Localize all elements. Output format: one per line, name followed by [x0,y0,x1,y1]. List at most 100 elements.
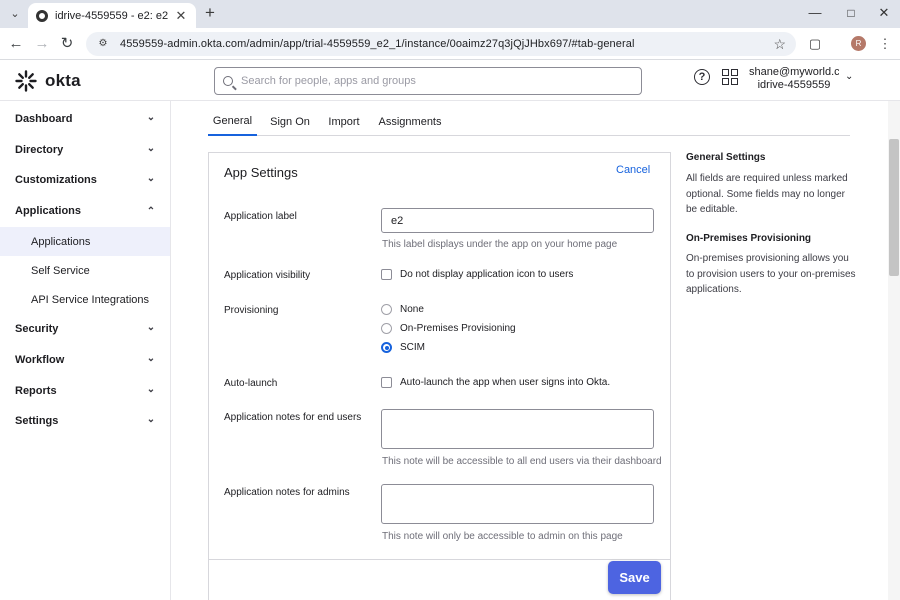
chevron-down-icon: ⌄ [146,143,156,154]
panel-divider [209,559,670,560]
tab-sign-on[interactable]: Sign On [270,107,310,136]
bookmark-star-icon[interactable]: ☆ [773,36,786,53]
sidebar-subitem-applications[interactable]: Applications [0,227,170,256]
sidebar-item-reports[interactable]: Reports ⌄ [0,376,170,406]
sidebar-item-label: Settings [15,415,59,427]
visibility-checkbox[interactable] [381,269,392,280]
sidebar-item-label: Directory [15,144,64,156]
global-search[interactable] [214,67,642,95]
user-email: shane@myworld.c... [749,66,839,78]
chevron-down-icon: ⌄ [146,173,156,184]
sidebar-item-label: Dashboard [15,113,73,125]
tab-close-icon[interactable]: ✕ [174,8,188,24]
radio-label: On-Premises Provisioning [400,323,516,334]
extensions-puzzle-icon[interactable]: ▢ [805,34,825,54]
notes-end-users-help: This note will be accessible to all end … [382,456,662,467]
chevron-down-icon: ⌄ [146,384,156,395]
reload-icon[interactable]: ↻ [57,34,77,54]
maximize-icon[interactable]: □ [841,4,861,22]
tab-import[interactable]: Import [327,107,361,136]
general-settings-heading: General Settings [686,152,766,163]
sidebar-item-directory[interactable]: Directory ⌄ [0,135,170,165]
general-settings-text: All fields are required unless marked op… [686,173,848,215]
notes-end-users-label: Application notes for end users [224,412,362,423]
back-arrow-icon[interactable]: ← [6,34,26,54]
on-premises-heading: On-Premises Provisioning [686,233,812,244]
notes-admins-label: Application notes for admins [224,487,350,498]
browser-menu-icon[interactable]: ⋮ [875,34,895,54]
radio-on-premises[interactable] [381,323,392,334]
sidebar-item-applications[interactable]: Applications ⌃ [0,196,170,226]
minimize-icon[interactable]: — [805,4,825,22]
search-icon [223,76,233,86]
user-menu-chevron-icon[interactable]: ⌄ [845,71,855,82]
notes-admins-textarea[interactable] [381,484,654,524]
app-tabs: General Sign On Import Assignments [208,107,850,136]
tab-search-chevron-icon[interactable]: ⌄ [6,4,24,22]
new-tab-plus-icon[interactable]: + [201,4,219,22]
url-text[interactable]: 4559559-admin.okta.com/admin/app/trial-4… [120,38,773,50]
sidebar-subitem-api-service-integrations[interactable]: API Service Integrations [0,285,170,314]
forward-arrow-icon[interactable]: → [32,34,52,54]
application-label-label: Application label [224,211,297,222]
sidebar-subitem-label: Applications [31,235,91,248]
visibility-checkbox-row[interactable]: Do not display application icon to users [381,269,573,280]
notes-end-users-textarea[interactable] [381,409,654,449]
radio-scim[interactable] [381,342,392,353]
application-label-help: This label displays under the app on you… [382,239,618,250]
sidebar-item-security[interactable]: Security ⌄ [0,314,170,344]
radio-none[interactable] [381,304,392,315]
sidebar-item-label: Reports [15,385,57,397]
provisioning-option-on-premises[interactable]: On-Premises Provisioning [381,323,516,334]
sidebar-nav: Dashboard ⌄ Directory ⌄ Customizations ⌄… [0,101,171,600]
provisioning-option-scim[interactable]: SCIM [381,342,425,353]
profile-avatar[interactable]: R [851,36,866,51]
tab-general[interactable]: General [208,107,257,136]
application-visibility-label: Application visibility [224,270,311,281]
sidebar-subitem-label: Self Service [31,264,90,277]
application-label-input[interactable] [381,208,654,233]
page-scrollbar-thumb[interactable] [889,139,899,276]
sidebar-subitem-self-service[interactable]: Self Service [0,256,170,285]
save-button[interactable]: Save [608,561,661,594]
help-question-icon[interactable]: ? [694,69,710,85]
okta-logo[interactable]: okta [15,70,81,92]
search-input[interactable] [241,75,633,87]
app-settings-panel: App Settings Cancel Application label Th… [208,152,671,600]
tab-assignments[interactable]: Assignments [379,107,442,136]
browser-tab[interactable]: idrive-4559559 - e2: e2 ✕ [28,3,196,28]
chevron-down-icon: ⌄ [146,322,156,333]
sidebar-item-label: Applications [15,205,82,217]
org-name: idrive-4559559 [757,79,831,91]
radio-label: SCIM [400,342,425,353]
sidebar-item-customizations[interactable]: Customizations ⌄ [0,165,170,195]
user-menu[interactable]: shane@myworld.c... idrive-4559559 [749,66,839,92]
okta-favicon-icon [36,9,48,22]
visibility-option-label: Do not display application icon to users [400,269,574,280]
sidebar-item-workflow[interactable]: Workflow ⌄ [0,345,170,375]
auto-launch-checkbox[interactable] [381,377,392,388]
notes-admins-help: This note will only be accessible to adm… [382,531,623,542]
chevron-down-icon: ⌄ [146,112,156,123]
sidebar-item-label: Customizations [15,174,97,186]
address-bar[interactable]: ⚙ 4559559-admin.okta.com/admin/app/trial… [86,32,796,56]
sidebar-item-settings[interactable]: Settings ⌄ [0,406,170,436]
browser-toolbar: ← → ↻ ⚙ 4559559-admin.okta.com/admin/app… [0,28,900,60]
sidebar-item-dashboard[interactable]: Dashboard ⌄ [0,104,170,134]
provisioning-option-none[interactable]: None [381,304,424,315]
app-grid-icon[interactable] [722,69,738,85]
sidebar-subitem-label: API Service Integrations [31,293,150,306]
chevron-up-icon: ⌃ [146,206,156,217]
browser-tab-bar: ⌄ idrive-4559559 - e2: e2 ✕ + — □ ✕ [0,0,900,28]
site-info-icon[interactable]: ⚙ [96,37,110,51]
okta-wordmark: okta [45,71,81,90]
okta-sunburst-icon [15,70,37,92]
panel-title: App Settings [224,165,298,180]
window-close-icon[interactable]: ✕ [874,4,894,22]
chevron-down-icon: ⌄ [146,353,156,364]
provisioning-label: Provisioning [224,305,279,316]
chevron-down-icon: ⌄ [146,414,156,425]
cancel-link[interactable]: Cancel [616,164,650,176]
app-header: okta ? shane@myworld.c... idrive-4559559… [0,60,900,101]
auto-launch-checkbox-row[interactable]: Auto-launch the app when user signs into… [381,377,610,388]
